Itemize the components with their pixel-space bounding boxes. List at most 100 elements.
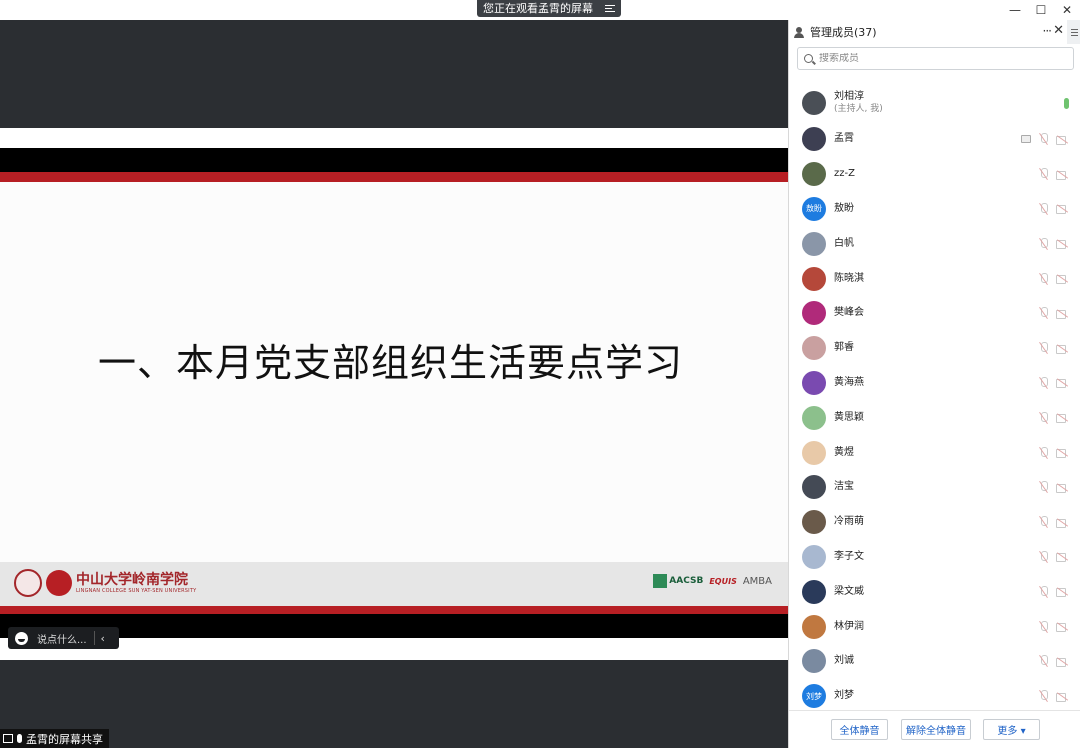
mic-muted-icon[interactable] [1039,655,1048,667]
member-name-block: 林伊润 [834,621,864,633]
collapse-chat-icon[interactable]: ‹ [101,632,105,645]
list-icon[interactable] [605,4,615,13]
member-row[interactable]: 陈晓淇 [789,261,1080,296]
avatar [802,475,826,500]
camera-off-icon[interactable] [1056,378,1069,389]
mic-muted-icon[interactable] [1039,620,1048,633]
more-button[interactable]: 更多 ▾ [983,719,1040,740]
mic-muted-icon[interactable] [1039,307,1048,319]
mic-muted-icon[interactable] [1039,342,1048,354]
chat-input-pill[interactable]: 说点什么... ‹ [8,627,119,649]
member-row[interactable]: 冷雨萌 [789,505,1080,540]
member-name: 敖盼 [834,202,854,214]
member-row[interactable]: 白帆 [789,226,1080,261]
camera-off-icon[interactable] [1056,239,1069,250]
avatar [802,127,826,152]
maximize-button[interactable]: ☐ [1028,0,1054,20]
mic-muted-icon[interactable] [1039,516,1048,528]
member-name-block: 黄海燕 [834,377,864,389]
member-row[interactable]: 郭睿 [789,331,1080,366]
member-name: 林伊润 [834,620,864,632]
member-row[interactable]: 刘诚 [789,644,1080,679]
camera-off-icon[interactable] [1056,344,1069,354]
avatar: 敖盼 [802,196,826,221]
camera-off-icon[interactable] [1056,448,1069,459]
member-search-input[interactable] [819,53,1059,64]
mic-muted-icon[interactable] [1039,237,1048,250]
member-row[interactable]: 黄思颖 [789,400,1080,435]
member-row[interactable]: 孟霄 [789,122,1080,157]
minimize-button[interactable]: — [1002,0,1028,20]
avatar [802,91,826,115]
camera-off-icon[interactable] [1056,309,1069,319]
mic-muted-icon[interactable] [1039,690,1048,702]
more-options-icon[interactable]: ··· [1043,24,1053,38]
mic-muted-icon[interactable] [1039,376,1048,389]
camera-off-icon[interactable] [1056,657,1069,667]
member-row[interactable]: 黄煜 [789,435,1080,470]
unmute-all-button[interactable]: 解除全体静音 [901,719,971,740]
member-name-block: 刘相淳 (主持人, 我) [834,91,883,115]
camera-off-icon[interactable] [1056,274,1069,285]
mic-muted-icon[interactable] [1039,411,1048,424]
menu-icon[interactable] [1067,20,1080,44]
member-row[interactable]: zz-Z [789,157,1080,192]
close-panel-button[interactable]: ✕ [1053,23,1064,38]
search-icon [804,54,813,63]
camera-off-icon[interactable] [1056,587,1069,598]
camera-off-icon[interactable] [1056,692,1069,702]
member-row[interactable]: 敖盼 敖盼 [789,192,1080,227]
member-row[interactable]: 林伊润 [789,609,1080,644]
member-status-icons [1039,237,1069,250]
mic-muted-icon[interactable] [1039,202,1048,215]
member-name-block: 黄思颖 [834,412,864,424]
member-row[interactable]: 李子文 [789,540,1080,575]
mic-muted-icon[interactable] [1039,481,1048,493]
mic-muted-icon[interactable] [1039,133,1048,145]
member-status-icons [1039,307,1069,319]
camera-off-icon[interactable] [1056,518,1069,528]
camera-off-icon[interactable] [1056,170,1069,180]
chat-placeholder[interactable]: 说点什么... [37,631,87,646]
camera-off-icon[interactable] [1056,552,1069,563]
mic-muted-icon[interactable] [1039,168,1048,180]
member-status-icons [1039,481,1069,493]
avatar [802,266,826,291]
close-button[interactable]: ✕ [1054,0,1080,20]
member-status-icons [1039,202,1069,215]
mic-muted-icon[interactable] [1039,272,1048,285]
member-row[interactable]: 樊峰会 [789,296,1080,331]
mic-muted-icon[interactable] [1039,446,1048,459]
mic-muted-icon[interactable] [1039,585,1048,598]
camera-off-icon[interactable] [1056,135,1069,145]
mic-on-icon[interactable] [1064,97,1069,109]
member-status-icons [1039,655,1069,667]
mic-muted-icon[interactable] [1039,550,1048,563]
amba-logo: AMBA [742,575,772,587]
camera-off-icon[interactable] [1056,413,1069,424]
avatar [802,544,826,569]
camera-off-icon[interactable] [1056,622,1069,633]
college-logo: 中山大学岭南学院 LINGNAN COLLEGE SUN YAT-SEN UNI… [14,569,196,597]
member-search[interactable] [797,47,1074,70]
member-row[interactable]: 洁宝 [789,470,1080,505]
member-row[interactable]: 梁文威 [789,574,1080,609]
member-row[interactable]: 刘梦 刘梦 [789,679,1080,714]
member-status-icons [1039,550,1069,563]
member-row[interactable]: 黄海燕 [789,366,1080,401]
college-name: 中山大学岭南学院 LINGNAN COLLEGE SUN YAT-SEN UNI… [76,572,196,595]
mute-all-button[interactable]: 全体静音 [831,719,888,740]
camera-off-icon[interactable] [1056,204,1069,215]
member-row[interactable]: 刘相淳 (主持人, 我) [789,84,1080,122]
member-name: zz-Z [834,168,855,180]
camera-off-icon[interactable] [1056,483,1069,493]
emoji-icon[interactable] [15,631,28,645]
member-name-block: 冷雨萌 [834,516,864,528]
avatar [802,579,826,604]
member-name: 樊峰会 [834,307,864,319]
avatar [802,614,826,639]
shared-slide: 一、本月党支部组织生活要点学习 中山大学岭南学院 LINGNAN COLLEGE… [0,128,788,660]
accreditation-logos: AACSB EQUIS AMBA [653,574,772,588]
member-name-block: 樊峰会 [834,307,864,319]
member-status-icons [1039,516,1069,528]
